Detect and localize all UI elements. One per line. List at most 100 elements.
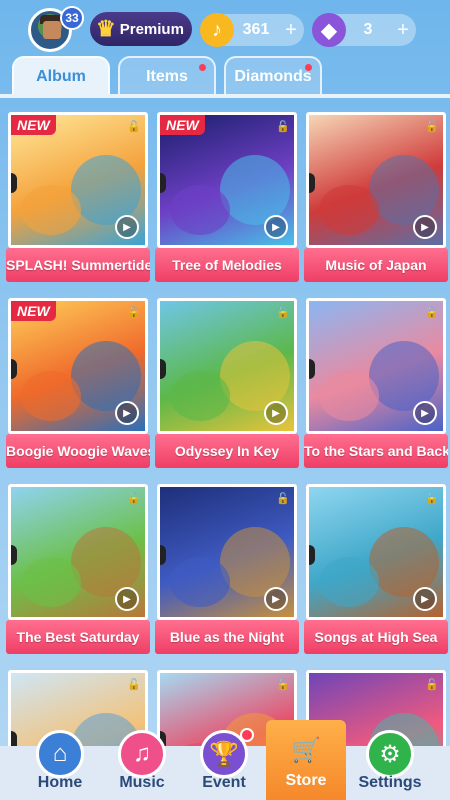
- album-art[interactable]: NEW 🔓 ▶: [8, 298, 148, 434]
- premium-label: Premium: [119, 20, 184, 38]
- album-card[interactable]: 🔓 ▶ Odyssey In Key: [155, 298, 299, 468]
- play-icon[interactable]: ▶: [115, 401, 139, 425]
- unlock-icon: 🔓: [425, 678, 439, 691]
- unlock-icon: 🔓: [276, 492, 290, 505]
- unlock-icon: 🔓: [127, 678, 141, 691]
- nav-event[interactable]: 🏆 Event: [184, 728, 264, 800]
- nav-store[interactable]: 🛒 Store: [266, 720, 346, 800]
- music-note-icon: ♪: [200, 13, 234, 47]
- album-art[interactable]: 🔓▶: [157, 484, 297, 620]
- new-badge: NEW: [11, 301, 56, 321]
- album-art[interactable]: 🔓▶: [157, 298, 297, 434]
- unlock-icon: 🔓: [425, 120, 439, 133]
- unlock-icon: 🔓: [276, 678, 290, 691]
- notification-dot: [305, 64, 312, 71]
- album-title: SPLASH! Summertide Cafe: [6, 248, 150, 282]
- record-notch: [160, 545, 166, 565]
- record-notch: [11, 359, 17, 379]
- play-icon[interactable]: ▶: [413, 215, 437, 239]
- album-art[interactable]: NEW 🔓 ▶: [8, 112, 148, 248]
- play-icon[interactable]: ▶: [115, 215, 139, 239]
- album-title: The Best Saturday: [6, 620, 150, 654]
- album-card[interactable]: 🔓 ▶ To the Stars and Back: [304, 298, 448, 468]
- album-title: Boogie Woogie Waves: [6, 434, 150, 468]
- tab-label: Items: [146, 68, 188, 85]
- nav-music[interactable]: ♫ Music: [102, 730, 182, 800]
- diamonds-count: 3: [363, 21, 373, 38]
- album-grid: NEW🔓▶SPLASH! Summertide CafeNEW🔓▶Tree of…: [0, 112, 450, 800]
- play-icon[interactable]: ▶: [413, 401, 437, 425]
- tab-items[interactable]: Items: [118, 56, 216, 96]
- unlock-icon: 🔓: [425, 492, 439, 505]
- album-title: Odyssey In Key: [155, 434, 299, 468]
- cart-icon: 🛒: [291, 736, 321, 764]
- nav-label: Music: [119, 774, 165, 791]
- unlock-icon: 🔓: [276, 120, 290, 133]
- nav-label: Store: [285, 772, 327, 789]
- top-bar: 33 ♛ Premium ♪ 361 + ◆ 3 +: [0, 0, 450, 58]
- album-title: To the Stars and Back: [304, 434, 448, 468]
- play-icon[interactable]: ▶: [264, 215, 288, 239]
- play-icon[interactable]: ▶: [264, 401, 288, 425]
- tab-album[interactable]: Album: [12, 56, 110, 96]
- tab-bar: Album Items Diamonds: [12, 56, 438, 96]
- tab-label: Diamonds: [234, 68, 312, 85]
- nav-settings[interactable]: ⚙ Settings: [350, 730, 430, 800]
- record-notch: [11, 545, 17, 565]
- album-title: Tree of Melodies: [155, 248, 299, 282]
- album-art[interactable]: 🔓▶: [8, 484, 148, 620]
- record-notch: [309, 359, 315, 379]
- album-card[interactable]: NEW 🔓 ▶ Tree of Melodies: [155, 112, 299, 282]
- play-icon[interactable]: ▶: [264, 587, 288, 611]
- tab-label: Album: [36, 68, 86, 85]
- record-notch: [11, 173, 17, 193]
- tab-divider: [0, 94, 450, 98]
- gear-icon: ⚙: [366, 730, 414, 778]
- diamonds-currency[interactable]: ◆ 3 +: [312, 13, 416, 47]
- record-notch: [309, 545, 315, 565]
- notes-currency[interactable]: ♪ 361 +: [200, 13, 304, 47]
- album-title: Blue as the Night: [155, 620, 299, 654]
- home-icon: ⌂: [36, 730, 84, 778]
- album-art[interactable]: 🔓▶: [306, 112, 446, 248]
- new-badge: NEW: [11, 115, 56, 135]
- add-diamonds-button[interactable]: +: [390, 19, 416, 42]
- unlock-icon: 🔓: [127, 306, 141, 319]
- nav-label: Home: [37, 774, 83, 791]
- unlock-icon: 🔓: [425, 306, 439, 319]
- album-card[interactable]: 🔓 ▶ The Best Saturday: [6, 484, 150, 654]
- play-icon[interactable]: ▶: [115, 587, 139, 611]
- level-badge: 33: [60, 6, 84, 30]
- album-card[interactable]: 🔓 ▶ Blue as the Night: [155, 484, 299, 654]
- unlock-icon: 🔓: [276, 306, 290, 319]
- album-art[interactable]: NEW 🔓 ▶: [157, 112, 297, 248]
- nav-label: Event: [202, 774, 246, 791]
- album-card[interactable]: 🔓 ▶ Music of Japan: [304, 112, 448, 282]
- premium-button[interactable]: ♛ Premium: [90, 12, 192, 46]
- unlock-icon: 🔓: [127, 120, 141, 133]
- record-notch: [160, 359, 166, 379]
- new-badge: NEW: [160, 115, 205, 135]
- album-card[interactable]: NEW 🔓 ▶ SPLASH! Summertide Cafe: [6, 112, 150, 282]
- album-title: Songs at High Sea: [304, 620, 448, 654]
- album-card[interactable]: NEW 🔓 ▶ Boogie Woogie Waves: [6, 298, 150, 468]
- music-note-icon: ♫: [118, 730, 166, 778]
- add-notes-button[interactable]: +: [278, 19, 304, 42]
- album-art[interactable]: 🔓▶: [306, 484, 446, 620]
- crown-icon: ♛: [96, 16, 116, 41]
- record-notch: [160, 173, 166, 193]
- play-icon[interactable]: ▶: [413, 587, 437, 611]
- album-card[interactable]: 🔓 ▶ Songs at High Sea: [304, 484, 448, 654]
- notification-dot: [240, 728, 254, 742]
- nav-home[interactable]: ⌂ Home: [20, 730, 100, 800]
- album-art[interactable]: 🔓▶: [306, 298, 446, 434]
- bottom-nav: ⌂ Home ♫ Music 🏆 Event 🛒 Store ⚙ Setting…: [0, 720, 450, 800]
- unlock-icon: 🔓: [127, 492, 141, 505]
- notification-dot: [199, 64, 206, 71]
- diamond-icon: ◆: [312, 13, 346, 47]
- tab-diamonds[interactable]: Diamonds: [224, 56, 322, 96]
- record-notch: [309, 173, 315, 193]
- album-title: Music of Japan: [304, 248, 448, 282]
- notes-count: 361: [242, 21, 270, 38]
- nav-label: Settings: [358, 774, 422, 791]
